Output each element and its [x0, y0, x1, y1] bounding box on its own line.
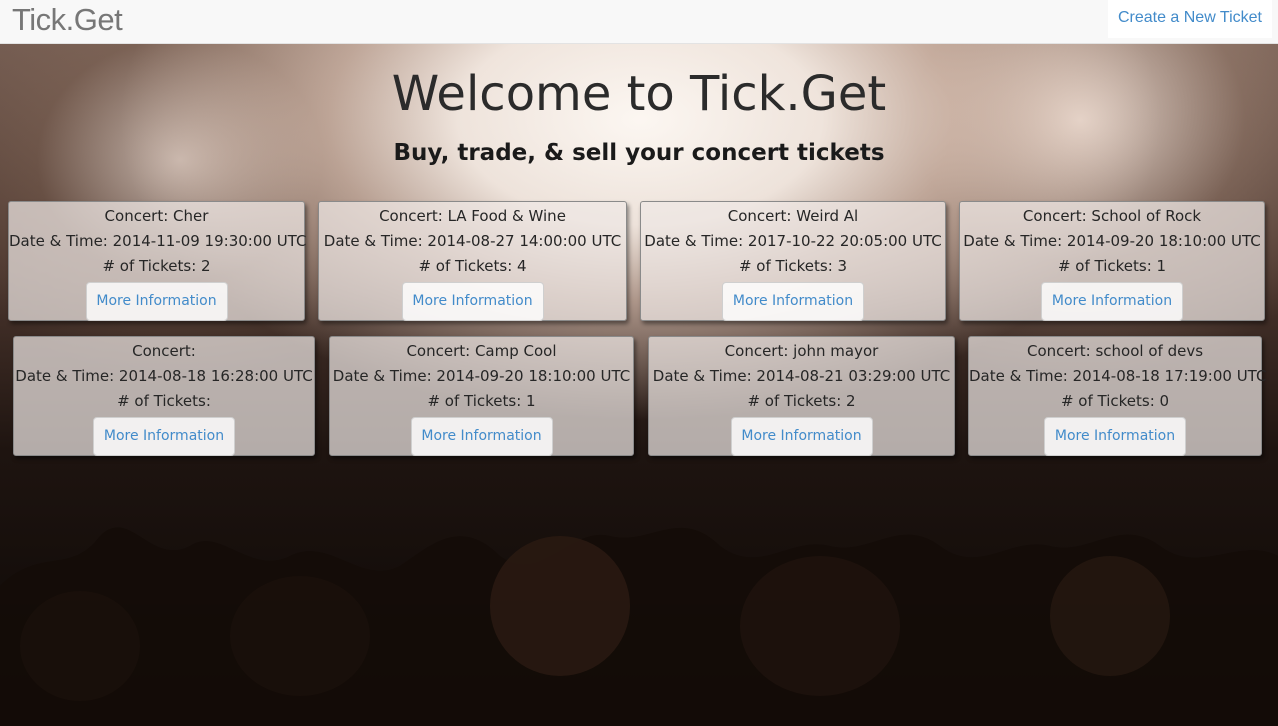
brand-logo-link[interactable]: Tick.Get — [12, 2, 123, 38]
ticket-card: Concert: john mayor Date & Time: 2014-08… — [648, 336, 955, 456]
more-information-button[interactable]: More Information — [85, 282, 228, 321]
ticket-card: Concert: School of Rock Date & Time: 201… — [959, 201, 1265, 321]
ticket-card: Concert: Cher Date & Time: 2014-11-09 19… — [8, 201, 307, 321]
more-information-button[interactable]: More Information — [93, 417, 235, 456]
more-information-button[interactable]: More Information — [1044, 417, 1186, 456]
ticket-concert: Concert: john mayor — [724, 342, 879, 360]
ticket-count: # of Tickets: 1 — [1057, 257, 1167, 275]
ticket-concert: Concert: Weird Al — [727, 207, 859, 225]
ticket-concert: Concert: Camp Cool — [406, 342, 557, 360]
ticket-card: Concert: Camp Cool Date & Time: 2014-09-… — [329, 336, 634, 456]
ticket-datetime: Date & Time: 2017-10-22 20:05:00 UTC — [644, 232, 942, 250]
ticket-count: # of Tickets: 2 — [747, 392, 856, 410]
ticket-count: # of Tickets: 4 — [418, 257, 527, 275]
ticket-datetime: Date & Time: 2014-08-18 16:28:00 UTC — [15, 367, 313, 385]
ticket-datetime: Date & Time: 2014-08-21 03:29:00 UTC — [652, 367, 951, 385]
ticket-concert: Concert: Cher — [104, 207, 209, 225]
ticket-datetime: Date & Time: 2014-09-20 18:10:00 UTC — [963, 232, 1261, 250]
ticket-concert: Concert: school of devs — [1026, 342, 1204, 360]
ticket-datetime: Date & Time: 2014-09-20 18:10:00 UTC — [332, 367, 631, 385]
ticket-datetime: Date & Time: 2014-08-18 17:19:00 UTC — [969, 367, 1267, 385]
ticket-datetime: Date & Time: 2014-11-09 19:30:00 UTC — [9, 232, 307, 250]
ticket-card: Concert: Date & Time: 2014-08-18 16:28:0… — [13, 336, 315, 456]
ticket-concert: Concert: LA Food & Wine — [379, 207, 566, 225]
more-information-button[interactable]: More Information — [1041, 282, 1183, 321]
more-information-button[interactable]: More Information — [410, 417, 553, 456]
ticket-count: # of Tickets: — [117, 392, 211, 410]
ticket-concert: Concert: — [132, 342, 196, 360]
ticket-card: Concert: school of devs Date & Time: 201… — [968, 336, 1267, 456]
ticket-count: # of Tickets: 2 — [102, 257, 211, 275]
top-navbar: Tick.Get Create a New Ticket — [0, 0, 1278, 44]
page-subtitle: Buy, trade, & sell your concert tickets — [393, 140, 885, 166]
more-information-button[interactable]: More Information — [401, 282, 544, 321]
ticket-card: Concert: LA Food & Wine Date & Time: 201… — [318, 201, 627, 321]
more-information-button[interactable]: More Information — [730, 417, 873, 456]
ticket-count: # of Tickets: 1 — [427, 392, 536, 410]
ticket-datetime: Date & Time: 2014-08-27 14:00:00 UTC — [323, 232, 622, 250]
ticket-card: Concert: Weird Al Date & Time: 2017-10-2… — [640, 201, 946, 321]
page-title: Welcome to Tick.Get — [391, 66, 887, 122]
more-information-button[interactable]: More Information — [722, 282, 864, 321]
ticket-count: # of Tickets: 3 — [738, 257, 848, 275]
create-new-ticket-link[interactable]: Create a New Ticket — [1107, 0, 1272, 38]
ticket-concert: Concert: School of Rock — [1022, 207, 1202, 225]
crowd-silhouette — [0, 527, 1278, 726]
ticket-count: # of Tickets: 0 — [1060, 392, 1170, 410]
